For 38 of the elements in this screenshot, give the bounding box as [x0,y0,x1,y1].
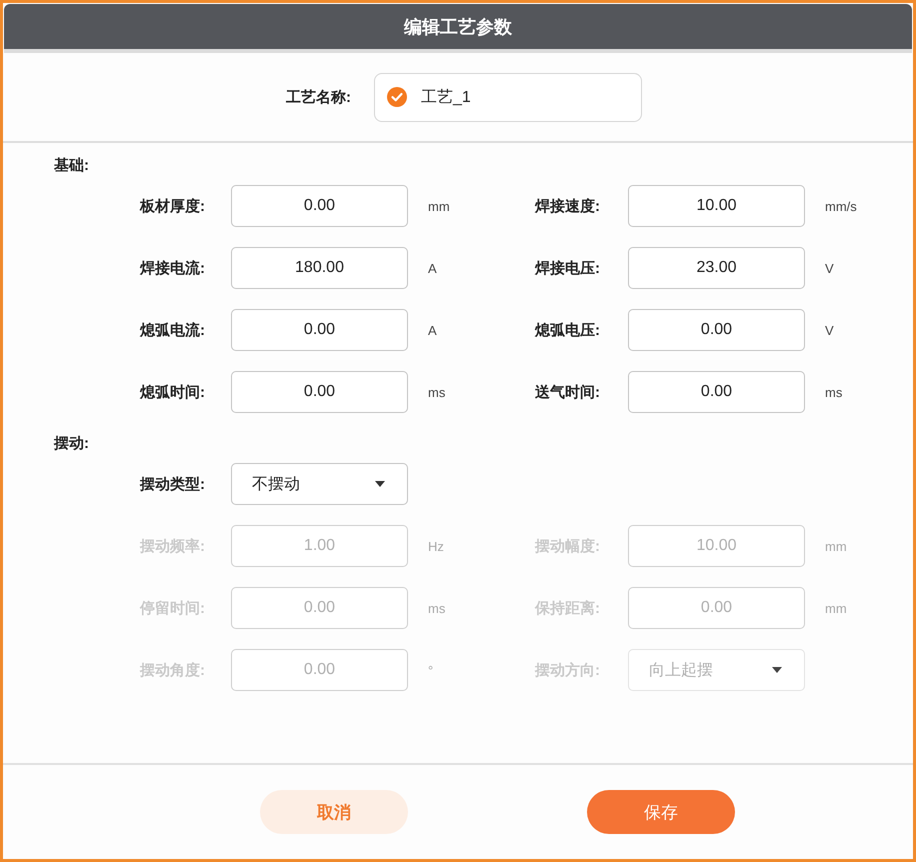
field-label: 焊接电压: [535,260,600,276]
input-field[interactable]: 0.00 [231,185,408,227]
caret-icon [375,481,385,487]
field-label: 熄弧时间: [140,384,205,400]
unit-label: mm [825,600,847,616]
unit-label: V [825,322,834,338]
unit-label: Hz [428,538,444,554]
unit-label: ms [428,384,446,400]
input-field[interactable]: 0.00 [628,309,805,351]
input-field[interactable]: 23.00 [628,247,805,289]
section-title: 基础: [53,156,90,176]
field-label: 摆动类型: [140,476,205,492]
unit-label: A [428,322,437,338]
section-title: 摆动: [52,434,90,454]
caret-icon [772,667,782,673]
field-label: 板材厚度: [140,198,205,214]
unit-label: ms [825,384,842,400]
input-field[interactable]: 10.00 [628,185,805,227]
input-field[interactable]: 0.00 [628,371,805,413]
unit-label: mm [428,198,450,214]
unit-label: ms [428,600,446,616]
unit-label: mm [825,538,847,554]
field-label: 焊接电流: [140,260,205,276]
input-field[interactable]: 180.00 [231,247,408,289]
input-field[interactable]: 0.00 [231,309,408,351]
unit-label: ° [428,662,434,678]
field-label: 送气时间: [535,384,600,400]
unit-label: mm/s [825,198,857,214]
dropdown[interactable]: 不摆动 [231,463,408,505]
field-label: 焊接速度: [535,198,600,214]
input-field[interactable]: 0.00 [231,371,408,413]
field-label: 工艺名称: [285,88,351,106]
unit-label: V [825,260,834,276]
name-field[interactable]: 工艺_1 [374,72,642,122]
field-label: 熄弧电流: [140,322,205,338]
dialog-title: 编辑工艺参数 [404,16,512,38]
unit-label: A [428,260,437,276]
field-label: 熄弧电压: [535,322,600,338]
